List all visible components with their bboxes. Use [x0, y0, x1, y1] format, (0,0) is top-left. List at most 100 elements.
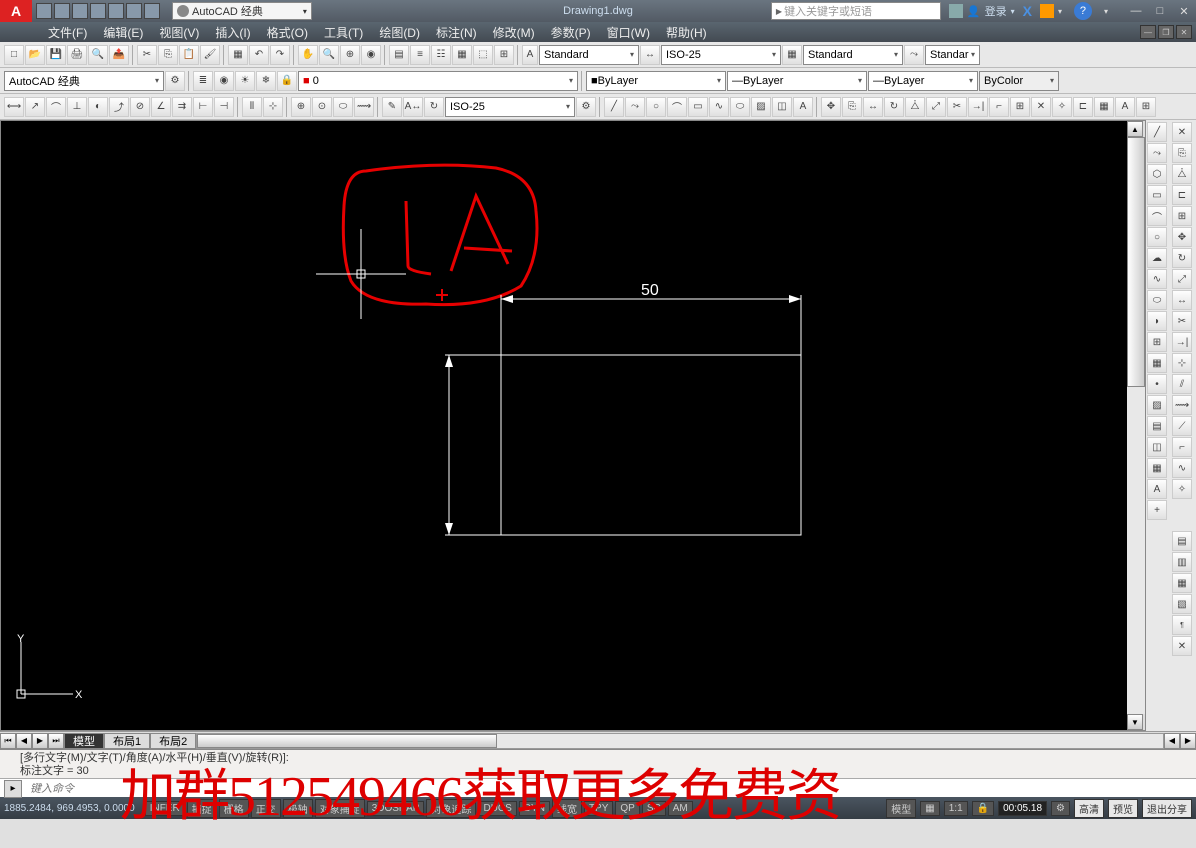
mleader-icon[interactable]: ⤳ [904, 45, 924, 65]
rotate-icon[interactable]: ↻ [884, 97, 904, 117]
vertical-scrollbar[interactable]: ▲ ▼ [1127, 121, 1145, 730]
command-prompt-icon[interactable]: ▸ [4, 780, 22, 798]
rt-circle-icon[interactable]: ○ [1147, 227, 1167, 247]
rt2-offset-icon[interactable]: ⊏ [1172, 185, 1192, 205]
command-input[interactable] [26, 783, 1196, 795]
dim-aligned-icon[interactable]: ↗ [25, 97, 45, 117]
rt2-text-icon[interactable]: ¶ [1172, 615, 1192, 635]
array-icon[interactable]: ⊞ [1010, 97, 1030, 117]
vscroll-up-icon[interactable]: ▲ [1127, 121, 1143, 137]
rt-block-icon[interactable]: ▦ [1147, 353, 1167, 373]
layerlock-icon[interactable]: 🔒 [277, 71, 297, 91]
layermgr-icon[interactable]: ≣ [193, 71, 213, 91]
rt-addsel-icon[interactable]: + [1147, 500, 1167, 520]
inspect-icon[interactable]: ⬭ [333, 97, 353, 117]
rt2-scale-icon[interactable]: ⤢ [1172, 269, 1192, 289]
help-icon[interactable]: ? [1074, 2, 1092, 20]
dimtedit-icon[interactable]: A↔ [403, 97, 423, 117]
doc-restore-button[interactable]: ❐ [1158, 25, 1174, 39]
rt-insert-icon[interactable]: ⊞ [1147, 332, 1167, 352]
fillet-icon[interactable]: ⌐ [989, 97, 1009, 117]
stretch-icon[interactable]: ↔ [863, 97, 883, 117]
rt2-erase-icon[interactable]: ✕ [1172, 122, 1192, 142]
minimize-button[interactable]: — [1124, 2, 1148, 20]
status-exit[interactable]: 退出分享 [1142, 799, 1192, 818]
rt-revcloud-icon[interactable]: ☁ [1147, 248, 1167, 268]
rt2-explode-icon[interactable]: ✧ [1172, 479, 1192, 499]
status-1-1-icon[interactable]: 1:1 [944, 801, 968, 816]
status-ortho[interactable]: 正交 [251, 799, 281, 818]
explode-icon[interactable]: ✧ [1052, 97, 1072, 117]
workspace2-dropdown[interactable]: AutoCAD 经典 [4, 71, 164, 91]
spline-icon[interactable]: ∿ [709, 97, 729, 117]
color-dropdown[interactable]: ■ ByLayer [586, 71, 726, 91]
doc-close-button[interactable]: ✕ [1176, 25, 1192, 39]
mirror-icon[interactable]: ⧊ [905, 97, 925, 117]
qat-save-icon[interactable] [72, 3, 88, 19]
tp-icon[interactable]: ▦ [452, 45, 472, 65]
qat-plot-icon[interactable] [108, 3, 124, 19]
rt2-mirror-icon[interactable]: ⧊ [1172, 164, 1192, 184]
hatch-icon[interactable]: ▨ [751, 97, 771, 117]
open-icon[interactable]: 📂 [25, 45, 45, 65]
tab-first-icon[interactable]: ⏮ [0, 733, 16, 749]
pline-icon[interactable]: ⤳ [625, 97, 645, 117]
rt-grad-icon[interactable]: ▤ [1147, 416, 1167, 436]
exchange-icon[interactable]: X [1023, 3, 1032, 19]
tbl-icon[interactable]: ▦ [1094, 97, 1114, 117]
layeriso-icon[interactable]: ☀ [235, 71, 255, 91]
status-polar[interactable]: 极轴 [283, 799, 313, 818]
offset-icon[interactable]: ⊏ [1073, 97, 1093, 117]
status-infer[interactable]: INFER [145, 801, 185, 816]
infocenter-icon[interactable] [949, 4, 963, 18]
cut-icon[interactable]: ✂ [137, 45, 157, 65]
layerfrz-icon[interactable]: ❄ [256, 71, 276, 91]
dc-icon[interactable]: ☷ [431, 45, 451, 65]
cloud-icon[interactable] [1040, 4, 1054, 18]
circle-icon[interactable]: ○ [646, 97, 666, 117]
status-preview[interactable]: 预览 [1108, 799, 1138, 818]
maximize-button[interactable]: □ [1148, 2, 1172, 20]
dim-quick-icon[interactable]: ⇉ [172, 97, 192, 117]
sheet-icon[interactable]: ▤ [389, 45, 409, 65]
dim-space-icon[interactable]: ⫴ [242, 97, 262, 117]
new-icon[interactable]: □ [4, 45, 24, 65]
extend-icon[interactable]: →| [968, 97, 988, 117]
tab-last-icon[interactable]: ⏭ [48, 733, 64, 749]
textstyle-dropdown[interactable]: Standard [539, 45, 639, 65]
plot-icon[interactable]: 🖨 [67, 45, 87, 65]
tablestyle-dropdown[interactable]: Standard [803, 45, 903, 65]
rt2-stretch-icon[interactable]: ↔ [1172, 290, 1192, 310]
undo-icon[interactable]: ↶ [249, 45, 269, 65]
linetype-dropdown[interactable]: — ByLayer [727, 71, 867, 91]
props-icon[interactable]: ≡ [410, 45, 430, 65]
rt-mtext-icon[interactable]: A [1147, 479, 1167, 499]
rt-point-icon[interactable]: • [1147, 374, 1167, 394]
layer-dropdown[interactable]: ■ 0 [298, 71, 578, 91]
rt-ellarc-icon[interactable]: ◗ [1147, 311, 1167, 331]
copy-icon[interactable]: ⎘ [158, 45, 178, 65]
block-icon[interactable]: ▦ [228, 45, 248, 65]
preview-icon[interactable]: 🔍 [88, 45, 108, 65]
arc-icon[interactable]: ⌒ [667, 97, 687, 117]
menu-tools[interactable]: 工具(T) [316, 24, 371, 41]
workspace-dropdown[interactable]: AutoCAD 经典 ▾ [172, 2, 312, 20]
rt-region-icon[interactable]: ◫ [1147, 437, 1167, 457]
search-box[interactable]: 键入关键字或短语 [771, 2, 941, 20]
rt2-ref2-icon[interactable]: ▥ [1172, 552, 1192, 572]
tab-model[interactable]: 模型 [64, 733, 104, 749]
rt2-join-icon[interactable]: ⟿ [1172, 395, 1192, 415]
lineweight-dropdown[interactable]: — ByLayer [868, 71, 978, 91]
dimupdate-icon[interactable]: ↻ [424, 97, 444, 117]
status-otrack[interactable]: 对象追踪 [426, 799, 476, 818]
mleaderstyle-dropdown[interactable]: Standar [925, 45, 980, 65]
rt-arc-icon[interactable]: ⌒ [1147, 206, 1167, 226]
qat-saveas-icon[interactable] [90, 3, 106, 19]
menu-dimension[interactable]: 标注(N) [428, 24, 485, 41]
status-grid[interactable]: 栅格 [219, 799, 249, 818]
rt2-break2-icon[interactable]: ⫽ [1172, 374, 1192, 394]
redo-icon[interactable]: ↷ [270, 45, 290, 65]
dim-rad-icon[interactable]: ◐ [88, 97, 108, 117]
menu-insert[interactable]: 插入(I) [207, 24, 258, 41]
status-tool-icon[interactable]: ⚙ [1051, 801, 1070, 816]
